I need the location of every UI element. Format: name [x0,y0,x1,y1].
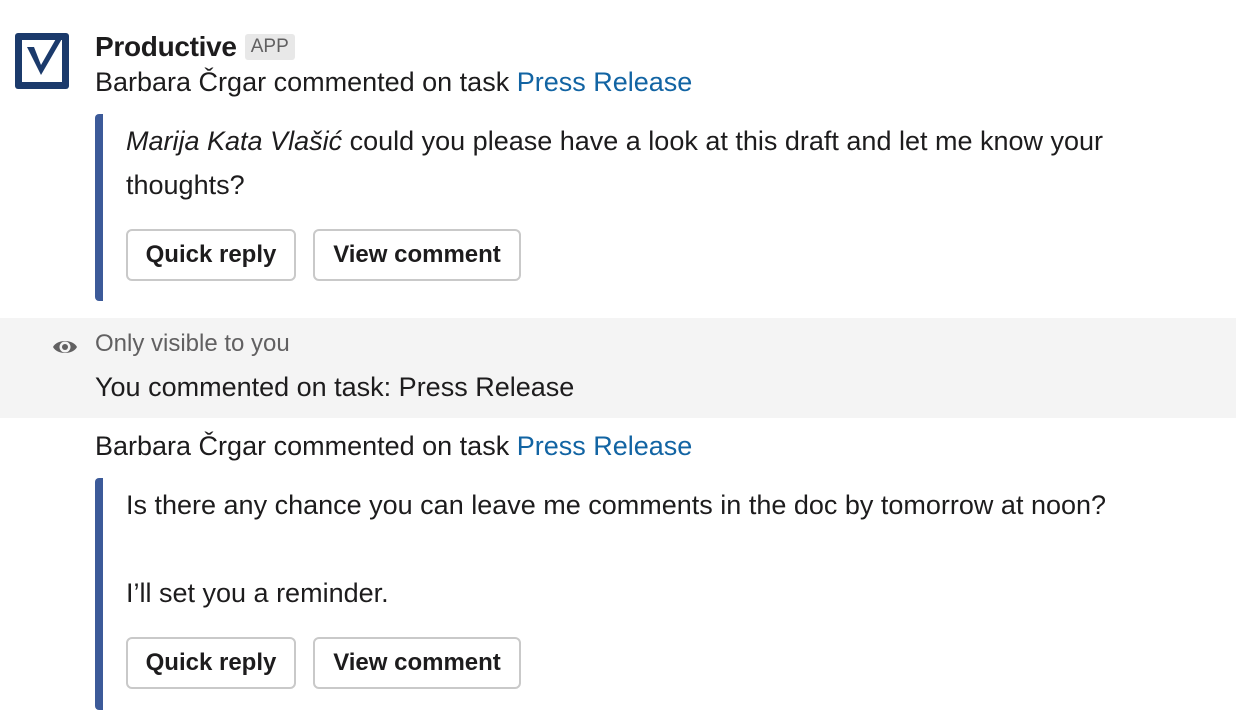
ephemeral-text: You commented on task: Press Release [95,372,575,402]
task-link[interactable]: Press Release [517,431,693,461]
productive-logo-icon[interactable] [15,33,69,89]
message-productive: Productive APP Barbara Črgar commented o… [0,0,1236,318]
comment-text: Marija Kata Vlašić could you please have… [103,114,1223,207]
mention[interactable]: Marija Kata Vlašić [126,126,342,156]
comment-line: I’ll set you a reminder. [126,578,389,608]
comment-text: Is there any chance you can leave me com… [103,478,1223,615]
comment-notice-text: Barbara Črgar commented on task [95,431,517,461]
comment-line: Is there any chance you can leave me com… [126,490,1107,520]
comment-notice: Barbara Črgar commented on task Press Re… [95,431,692,462]
comment-attachment: Marija Kata Vlašić could you please have… [95,114,1223,301]
eye-icon [53,341,77,353]
action-buttons: Quick reply View comment [103,637,1223,689]
task-link[interactable]: Press Release [517,67,693,97]
quick-reply-button[interactable]: Quick reply [126,229,296,281]
app-badge: APP [244,34,295,60]
view-comment-button[interactable]: View comment [313,229,521,281]
ephemeral-message: Only visible to you You commented on tas… [0,318,1236,418]
sender-name[interactable]: Productive [95,31,237,63]
quick-reply-button[interactable]: Quick reply [126,637,296,689]
comment-notice: Barbara Črgar commented on task Press Re… [95,67,692,98]
view-comment-button[interactable]: View comment [313,637,521,689]
message-productive-2: Barbara Črgar commented on task Press Re… [0,418,1236,728]
sender-row: Productive APP [95,30,295,64]
action-buttons: Quick reply View comment [103,229,1223,281]
visibility-note: Only visible to you [95,330,290,357]
comment-notice-text: Barbara Črgar commented on task [95,67,517,97]
comment-attachment: Is there any chance you can leave me com… [95,478,1223,710]
